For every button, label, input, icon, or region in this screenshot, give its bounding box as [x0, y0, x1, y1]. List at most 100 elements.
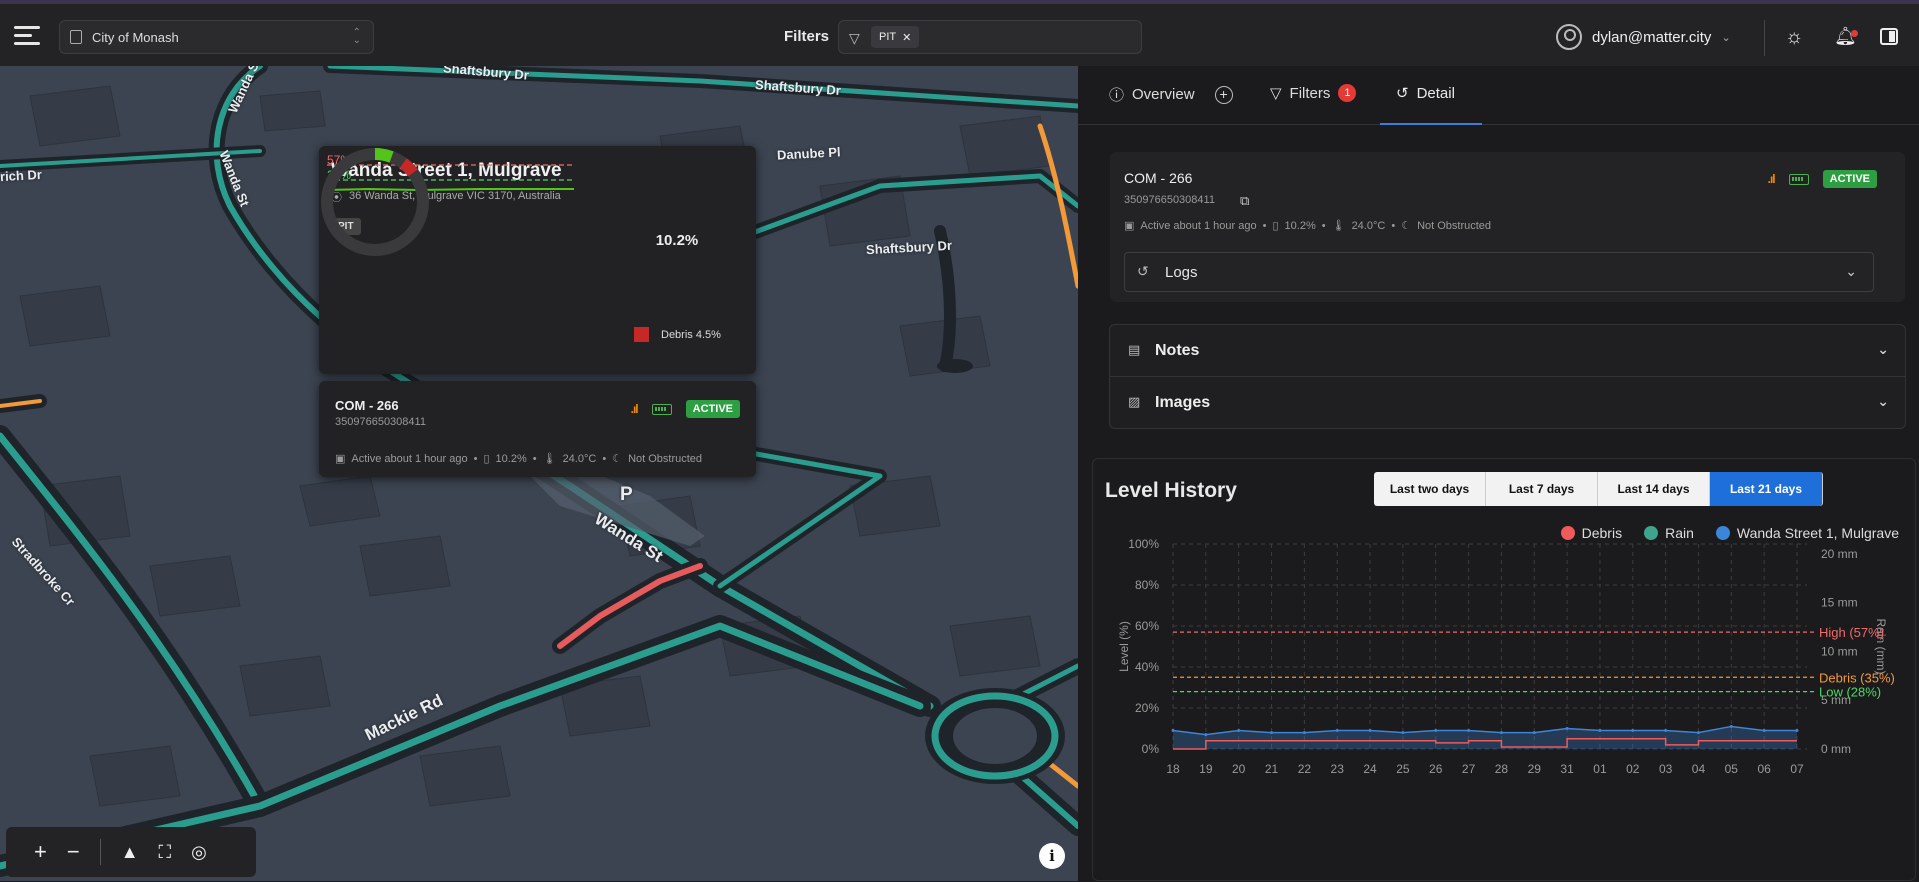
- device-name: COM - 266: [1124, 170, 1193, 186]
- battery-icon: [1788, 173, 1809, 185]
- calendar-icon: ▣: [1124, 220, 1135, 232]
- notes-accordion[interactable]: ▤ Notes ⌄: [1109, 324, 1906, 377]
- funnel-icon: ▽: [1270, 85, 1282, 102]
- history-icon: ↺: [1137, 263, 1149, 279]
- x-tick-label: 25: [1396, 762, 1410, 776]
- x-tick-label: 01: [1593, 762, 1607, 776]
- info-circle-icon: ⓘ: [1109, 87, 1125, 104]
- tab-bar: ⓘ Overview + ▽ Filters 1 ↺ Detail: [1078, 66, 1919, 125]
- y2-tick-label: 20 mm: [1821, 547, 1858, 561]
- y-tick-label: 80%: [1135, 578, 1159, 592]
- x-tick-label: 21: [1265, 762, 1279, 776]
- x-tick-label: 07: [1790, 762, 1804, 776]
- x-tick-label: 27: [1462, 762, 1476, 776]
- copy-icon[interactable]: ⧉: [1240, 193, 1249, 209]
- divider: [99, 839, 101, 865]
- data-point: [1664, 729, 1668, 733]
- tab-overview-label: Overview: [1132, 86, 1195, 103]
- user-menu[interactable]: dylan@matter.city ⌄: [1556, 24, 1731, 50]
- temperature: 24.0°C: [1351, 219, 1386, 232]
- data-point: [1696, 731, 1700, 735]
- data-point: [1499, 731, 1503, 735]
- data-point: [1598, 729, 1602, 733]
- detail-panel: ⓘ Overview + ▽ Filters 1 ↺ Detail COM - …: [1078, 66, 1919, 881]
- x-tick-label: 19: [1199, 762, 1213, 776]
- chip-close-icon[interactable]: ✕: [902, 31, 911, 44]
- add-icon[interactable]: +: [1214, 85, 1233, 104]
- filter-chip-label: PIT: [879, 31, 897, 43]
- x-tick-label: 31: [1560, 762, 1574, 776]
- navigate-icon[interactable]: ▲: [121, 842, 139, 863]
- filters-input[interactable]: ▽ PIT ✕: [838, 20, 1142, 54]
- x-tick-label: 28: [1495, 762, 1509, 776]
- chevron-down-icon: ⌄: [1845, 263, 1857, 279]
- x-tick-label: 23: [1331, 762, 1345, 776]
- updown-icon: ⌃ ⌄: [352, 27, 361, 46]
- history-icon: ↺: [1396, 85, 1409, 102]
- y-tick-label: 20%: [1135, 701, 1159, 715]
- x-tick-label: 04: [1692, 762, 1706, 776]
- tab-detail[interactable]: ↺ Detail: [1396, 84, 1455, 103]
- temperature: 24.0°C: [562, 452, 597, 465]
- tab-filters-label: Filters: [1289, 84, 1331, 102]
- tab-filters[interactable]: ▽ Filters 1: [1270, 84, 1357, 102]
- zoom-in-icon[interactable]: +: [34, 839, 47, 865]
- notes-label: Notes: [1155, 341, 1200, 359]
- building-icon: [70, 30, 82, 44]
- device-status-group: .ıl ACTIVE: [631, 400, 740, 418]
- user-icon: [1556, 24, 1582, 50]
- user-email: dylan@matter.city: [1592, 28, 1712, 46]
- x-tick-label: 22: [1298, 762, 1312, 776]
- x-tick-label: 03: [1659, 762, 1673, 776]
- calendar-icon: ▣: [335, 453, 346, 465]
- device-imei: 350976650308411: [335, 416, 426, 428]
- thermometer-icon: 🌡︎: [542, 453, 557, 465]
- level-icon: ▯: [483, 453, 490, 465]
- moon-icon: ☾: [612, 453, 623, 465]
- road-label: rich Dr: [0, 166, 43, 185]
- tab-overview[interactable]: ⓘ Overview +: [1109, 84, 1233, 105]
- y2-tick-label: 10 mm: [1821, 644, 1858, 658]
- data-point: [1237, 729, 1241, 733]
- moon-icon: ☾: [1401, 220, 1412, 232]
- device-popup[interactable]: COM - 266 350976650308411 .ıl ACTIVE ▣ A…: [319, 381, 756, 477]
- data-point: [1565, 727, 1569, 730]
- active-time: Active about 1 hour ago: [351, 452, 468, 465]
- divider: [1764, 20, 1765, 56]
- data-point: [1795, 729, 1799, 733]
- notes-icon: ▤: [1128, 342, 1141, 357]
- parking-label: P: [620, 484, 633, 505]
- active-tab-indicator: [1380, 123, 1482, 125]
- level-value: 10.2%: [1284, 219, 1316, 232]
- chevron-down-icon: ⌄: [1721, 31, 1731, 44]
- map-controls: + − ▲ ⛶ ◎: [6, 827, 256, 877]
- logs-accordion[interactable]: ↺ Logs ⌄: [1124, 252, 1874, 292]
- sun-icon[interactable]: ☼: [1785, 26, 1803, 49]
- info-icon[interactable]: i: [1039, 843, 1065, 869]
- data-point: [1302, 731, 1306, 735]
- zoom-out-icon[interactable]: −: [67, 839, 80, 865]
- level-icon: ▯: [1272, 220, 1279, 232]
- filter-count-badge: 1: [1338, 84, 1357, 102]
- data-point: [1434, 729, 1438, 733]
- images-accordion[interactable]: ▨ Images ⌄: [1109, 376, 1906, 429]
- site-popup[interactable]: Wanda Street 1, Mulgrave ⦿ 36 Wanda St, M…: [319, 146, 756, 374]
- images-label: Images: [1155, 393, 1211, 411]
- threshold-label: High (57%): [1819, 625, 1884, 640]
- device-name: COM - 266: [335, 398, 399, 413]
- fit-bounds-icon[interactable]: ⛶: [159, 842, 172, 863]
- area-fill-level: [1173, 726, 1797, 749]
- menu-icon[interactable]: [14, 26, 40, 46]
- device-imei: 350976650308411: [1124, 194, 1215, 206]
- signal-icon: .ıl: [1767, 172, 1776, 186]
- level-value: 10.2%: [495, 452, 527, 465]
- x-tick-label: 26: [1429, 762, 1443, 776]
- x-tick-label: 18: [1166, 762, 1180, 776]
- map[interactable]: Shaftsbury Dr Wanda St rich Dr Wanda St …: [0, 66, 1078, 881]
- council-select[interactable]: City of Monash ⌃ ⌄: [59, 20, 374, 54]
- x-tick-label: 29: [1528, 762, 1542, 776]
- notification-dot: [1851, 30, 1858, 37]
- sidebar-toggle-icon[interactable]: [1880, 28, 1898, 45]
- locate-icon[interactable]: ◎: [191, 842, 207, 863]
- filter-chip[interactable]: PIT ✕: [871, 26, 920, 48]
